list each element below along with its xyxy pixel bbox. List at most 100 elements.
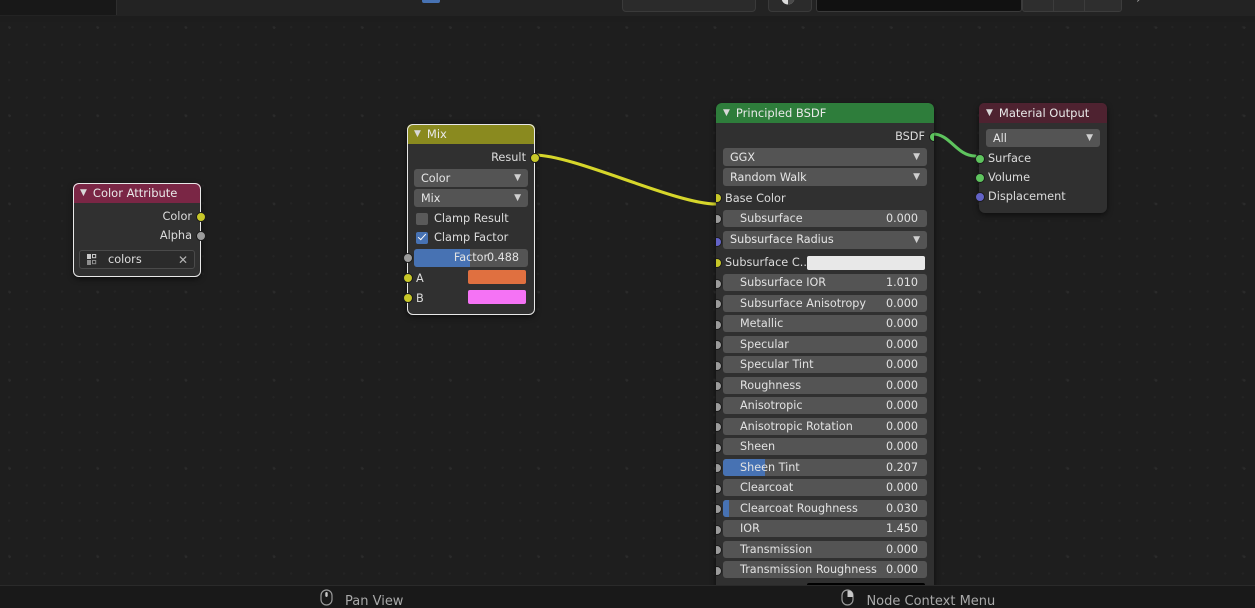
bsdf-input-row[interactable]: Specular 0.000 xyxy=(716,335,934,355)
value-slider[interactable]: Specular Tint 0.000 xyxy=(723,356,927,373)
output-socket-result[interactable]: Result xyxy=(407,148,540,167)
node-header[interactable]: ▼ Color Attribute xyxy=(73,183,201,203)
socket-surface-in[interactable] xyxy=(974,153,985,164)
socket-subsurface-in[interactable] xyxy=(716,214,722,224)
bsdf-input-row[interactable]: Base Color xyxy=(716,188,934,208)
value-slider[interactable]: Anisotropic Rotation 0.000 xyxy=(723,417,927,435)
socket-factor-in[interactable] xyxy=(402,252,413,263)
value-slider[interactable]: Clearcoat Roughness 0.030 xyxy=(723,499,927,517)
socket-sheen-tint-in[interactable] xyxy=(716,463,722,473)
chevron-down-icon[interactable]: ▼ xyxy=(80,188,87,198)
bsdf-input-row[interactable]: Clearcoat Roughness 0.030 xyxy=(716,499,934,519)
input-socket-surface[interactable]: Surface xyxy=(974,149,1107,168)
value-slider[interactable]: Anisotropic 0.000 xyxy=(723,397,927,414)
value-slider[interactable]: Subsurface IOR 1.010 xyxy=(723,274,927,291)
value-slider[interactable]: Transmission Roughness 0.000 xyxy=(723,561,927,578)
attribute-name-input[interactable]: colors ✕ xyxy=(79,250,195,269)
bsdf-input-row[interactable]: Anisotropic Rotation 0.000 xyxy=(716,417,934,437)
socket-metallic-in[interactable] xyxy=(716,319,722,330)
socket-ior-in[interactable] xyxy=(716,524,722,535)
socket-clearcoat-roughness-in[interactable] xyxy=(716,504,722,514)
bsdf-input-row[interactable]: Sheen 0.000 xyxy=(716,438,934,457)
topbar-field-a[interactable] xyxy=(622,0,756,12)
chevron-down-icon[interactable]: ▼ xyxy=(986,108,993,118)
color-swatch-b[interactable] xyxy=(468,290,526,304)
socket-anisotropic-rotation-in[interactable] xyxy=(716,422,722,432)
distribution-dropdown[interactable]: GGX ▼ xyxy=(723,148,927,166)
socket-b-in[interactable] xyxy=(402,293,413,303)
bsdf-input-row[interactable]: Subsurface C... xyxy=(716,253,934,273)
value-slider[interactable]: Specular 0.000 xyxy=(723,335,927,353)
socket-volume-in[interactable] xyxy=(974,172,985,183)
bsdf-input-row[interactable]: Specular Tint 0.000 xyxy=(716,356,934,375)
socket-transmission-roughness-in[interactable] xyxy=(716,565,722,576)
data-type-dropdown[interactable]: Color ▼ xyxy=(414,169,528,187)
node-principled-bsdf[interactable]: ▼ Principled BSDF BSDF GGX ▼ Random Walk… xyxy=(716,103,934,605)
socket-specular-in[interactable] xyxy=(716,340,722,350)
input-b-row[interactable]: B xyxy=(402,288,535,308)
bsdf-input-row[interactable]: Subsurface 0.000 xyxy=(716,209,934,229)
node-header[interactable]: ▼ Principled BSDF xyxy=(716,103,934,123)
value-slider[interactable]: Sheen Tint 0.207 xyxy=(723,458,927,476)
chevron-down-icon[interactable]: ▼ xyxy=(414,129,421,139)
value-slider[interactable]: Sheen 0.000 xyxy=(723,438,927,455)
socket-clearcoat-in[interactable] xyxy=(716,483,722,494)
bsdf-input-row[interactable]: Transmission 0.000 xyxy=(716,540,934,560)
topbar-name-field[interactable] xyxy=(816,0,1022,12)
value-slider[interactable]: Subsurface 0.000 xyxy=(723,209,927,227)
output-socket-alpha[interactable]: Alpha xyxy=(73,226,206,245)
clamp-factor-checkbox-row[interactable]: Clamp Factor xyxy=(407,228,535,247)
clear-icon[interactable]: ✕ xyxy=(178,253,188,267)
socket-sheen-in[interactable] xyxy=(716,442,722,453)
socket-transmission-in[interactable] xyxy=(716,545,722,555)
bsdf-input-row[interactable]: Roughness 0.000 xyxy=(716,376,934,396)
workspace-tab-fragment[interactable] xyxy=(0,0,117,15)
socket-anisotropic-in[interactable] xyxy=(716,401,722,412)
bsdf-input-row[interactable]: Subsurface Radius ▼ xyxy=(716,230,934,253)
input-socket-volume[interactable]: Volume xyxy=(974,168,1107,187)
bsdf-input-row[interactable]: Sheen Tint 0.207 xyxy=(716,458,934,478)
socket-alpha-out[interactable] xyxy=(195,230,206,241)
value-slider[interactable]: Clearcoat 0.000 xyxy=(723,479,927,496)
input-socket-displacement[interactable]: Displacement xyxy=(974,187,1107,206)
value-slider[interactable]: Transmission 0.000 xyxy=(723,540,927,558)
node-color-attribute[interactable]: ▼ Color Attribute Color Alpha colors ✕ xyxy=(73,183,206,277)
bsdf-input-row[interactable]: Anisotropic 0.000 xyxy=(716,397,934,416)
node-material-output[interactable]: ▼ Material Output All ▼ Surface Volume D… xyxy=(974,103,1107,213)
blend-mode-dropdown[interactable]: Mix ▼ xyxy=(414,189,528,207)
value-slider[interactable]: IOR 1.450 xyxy=(723,520,927,537)
output-socket-color[interactable]: Color xyxy=(73,207,206,226)
target-dropdown[interactable]: All ▼ xyxy=(986,129,1100,147)
bsdf-input-row[interactable]: Transmission Roughness 0.000 xyxy=(716,561,934,580)
color-swatch[interactable] xyxy=(807,255,925,270)
topbar-new-button[interactable] xyxy=(1084,0,1122,12)
bsdf-input-row[interactable]: Subsurface Anisotropy 0.000 xyxy=(716,294,934,314)
input-a-row[interactable]: A xyxy=(402,268,535,288)
node-header[interactable]: ▼ Mix xyxy=(407,124,535,144)
socket-roughness-in[interactable] xyxy=(716,381,722,391)
topbar-dropdown-button[interactable] xyxy=(1022,0,1054,12)
socket-specular-tint-in[interactable] xyxy=(716,360,722,371)
socket-subsurface-anisotropy-in[interactable] xyxy=(716,299,722,309)
factor-slider[interactable]: Factor 0.488 xyxy=(414,248,528,267)
subsurface-method-dropdown[interactable]: Random Walk ▼ xyxy=(723,168,927,186)
output-socket-bsdf[interactable]: BSDF xyxy=(716,127,934,146)
socket-a-in[interactable] xyxy=(402,273,413,283)
checkbox[interactable] xyxy=(416,212,428,225)
topbar-browse-button[interactable] xyxy=(1053,0,1085,12)
value-slider[interactable]: Roughness 0.000 xyxy=(723,376,927,394)
chevron-down-icon[interactable]: ▼ xyxy=(723,108,730,118)
clamp-result-checkbox-row[interactable]: Clamp Result xyxy=(407,209,535,228)
socket-displacement-in[interactable] xyxy=(974,191,985,202)
bsdf-input-row[interactable]: Clearcoat 0.000 xyxy=(716,479,934,498)
vector-dropdown[interactable]: Subsurface Radius ▼ xyxy=(723,230,927,249)
bsdf-input-row[interactable]: Subsurface IOR 1.010 xyxy=(716,274,934,293)
color-swatch-a[interactable] xyxy=(468,270,526,284)
bsdf-input-row[interactable]: Metallic 0.000 xyxy=(716,315,934,334)
socket-result-out[interactable] xyxy=(529,152,540,163)
socket-color-out[interactable] xyxy=(195,211,206,222)
socket-bsdf-out[interactable] xyxy=(928,131,934,142)
node-mix[interactable]: ▼ Mix Result Color ▼ Mix ▼ Clamp Result xyxy=(402,124,540,315)
socket-subsurface-ior-in[interactable] xyxy=(716,278,722,289)
bsdf-input-row[interactable]: IOR 1.450 xyxy=(716,520,934,539)
